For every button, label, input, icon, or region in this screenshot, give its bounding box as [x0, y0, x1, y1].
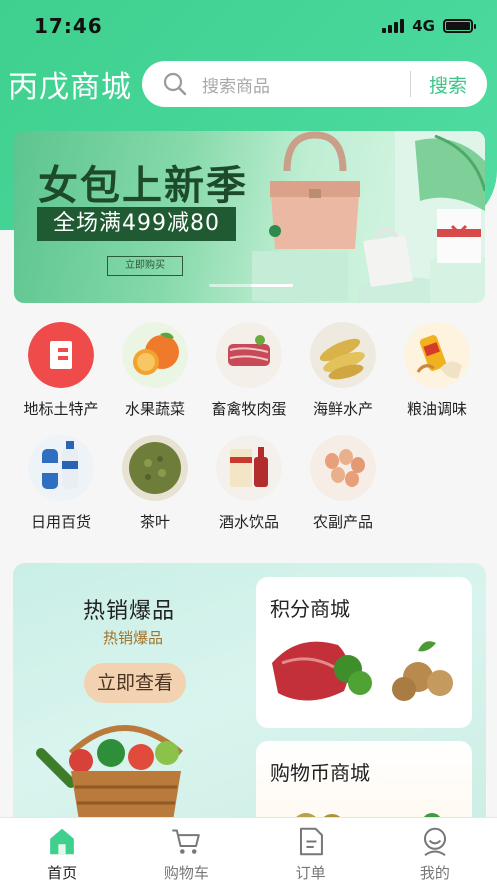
category-label: 粮油调味 — [406, 400, 467, 418]
handbag-product-image — [252, 131, 485, 303]
view-now-button[interactable]: 立即查看 — [84, 663, 186, 703]
promo-banner[interactable]: 女包上新季 全场满499减80 立即购买 — [14, 131, 485, 303]
category-label: 茶叶 — [139, 513, 170, 531]
category-item[interactable]: 海鲜水产 — [296, 322, 390, 419]
points-mall-card[interactable]: 积分商城 — [256, 577, 472, 728]
category-label: 日用百货 — [30, 513, 91, 531]
meat-walnut-image — [272, 641, 453, 701]
hot-products-title: 热销爆品 — [83, 599, 176, 624]
tab-orders[interactable]: 订单 — [249, 818, 373, 883]
tab-label: 首页 — [47, 864, 78, 882]
search-input[interactable]: 搜索商品 搜索 — [142, 61, 487, 107]
produce-basket-image — [36, 725, 183, 823]
fruit-icon — [122, 322, 188, 388]
tab-home[interactable]: 首页 — [0, 818, 124, 883]
banner-headline: 女包上新季 — [38, 163, 248, 209]
tab-label: 我的 — [419, 864, 450, 882]
battery-icon — [443, 19, 476, 33]
category-label: 酒水饮品 — [218, 513, 279, 531]
bottom-tab-bar: 首页 购物车 订单 我的 — [0, 817, 497, 883]
banner-pagination — [209, 284, 293, 287]
order-doc-icon — [299, 827, 323, 856]
search-button[interactable]: 搜索 — [411, 71, 487, 98]
app-title: 丙戊商城 — [8, 70, 132, 105]
fish-icon — [310, 322, 376, 388]
meat-icon — [216, 322, 282, 388]
tea-icon — [122, 435, 188, 501]
category-item[interactable]: 畜禽牧肉蛋 — [202, 322, 296, 419]
app-header: 丙戊商城 搜索商品 搜索 — [0, 58, 497, 110]
tab-label: 订单 — [295, 864, 326, 882]
category-label: 畜禽牧肉蛋 — [211, 400, 287, 418]
banner-buy-button[interactable]: 立即购买 — [107, 256, 183, 276]
profile-icon — [423, 827, 446, 857]
hot-products-subtitle: 热销爆品 — [103, 629, 164, 647]
shampoo-icon — [28, 435, 94, 501]
coin-mall-title: 购物币商城 — [270, 761, 370, 785]
status-bar: 17:46 4G — [0, 0, 497, 52]
category-item[interactable]: 日用百货 — [14, 435, 108, 532]
banner-promo: 全场满499减80 — [37, 207, 236, 241]
landmark-building-icon — [28, 322, 94, 388]
search-icon — [163, 72, 187, 96]
points-mall-title: 积分商城 — [270, 597, 350, 621]
category-item[interactable]: 农副产品 — [296, 435, 390, 532]
search-placeholder: 搜索商品 — [202, 76, 270, 97]
tab-cart[interactable]: 购物车 — [124, 818, 248, 883]
status-time: 17:46 — [34, 14, 103, 38]
tab-label: 购物车 — [163, 864, 209, 882]
category-item[interactable]: 地标土特产 — [14, 322, 108, 419]
tab-profile[interactable]: 我的 — [373, 818, 497, 883]
promo-panel: 热销爆品 热销爆品 立即查看 积分商城 购物币商城 — [13, 563, 486, 823]
liquor-icon — [216, 435, 282, 501]
signal-icon — [382, 19, 405, 33]
home-icon — [50, 828, 74, 855]
category-label: 水果蔬菜 — [124, 400, 185, 418]
category-item[interactable]: 水果蔬菜 — [108, 322, 202, 419]
category-label: 地标土特产 — [23, 400, 99, 418]
cart-icon — [172, 829, 201, 854]
oil-grain-icon — [404, 322, 470, 388]
coin-mall-card[interactable]: 购物币商城 — [256, 741, 472, 823]
network-type: 4G — [412, 17, 435, 35]
category-label: 海鲜水产 — [312, 400, 373, 418]
category-item[interactable]: 茶叶 — [108, 435, 202, 532]
category-label: 农副产品 — [312, 513, 373, 531]
category-item[interactable]: 粮油调味 — [390, 322, 484, 419]
category-item[interactable]: 酒水饮品 — [202, 435, 296, 532]
eggs-icon — [310, 435, 376, 501]
status-indicators: 4G — [382, 17, 476, 35]
category-grid: 地标土特产 水果蔬菜 畜禽牧肉蛋 海鲜水产 粮油调味 日用百货 茶叶 酒水饮品 … — [0, 322, 497, 532]
